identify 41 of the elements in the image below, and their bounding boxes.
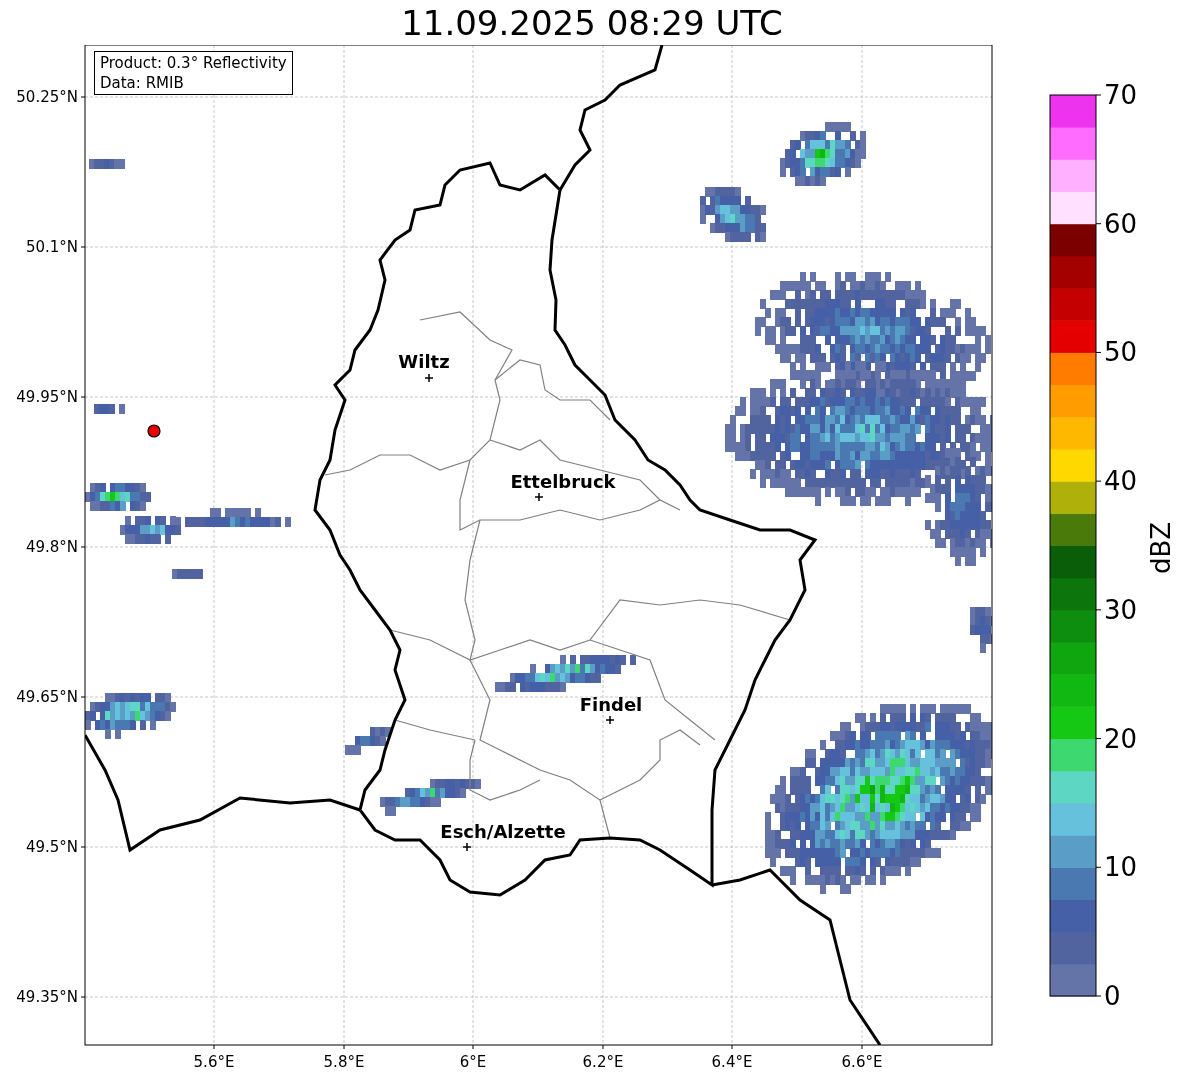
colorbar-label: dBZ (1146, 521, 1176, 575)
radar-echo-drawing (89, 159, 125, 169)
longitude-label: 5.6°E (193, 1053, 235, 1071)
latitude-label: 49.8°N (25, 538, 78, 556)
latitude-label: 49.65°N (16, 688, 78, 706)
colorbar-tick-label: 10 (1104, 852, 1138, 883)
radar-echo-drawing (94, 404, 125, 414)
place-marker-icon (534, 492, 544, 502)
longitude-label: 5.8°E (323, 1053, 365, 1071)
colorbar-tick-label: 20 (1104, 723, 1138, 754)
longitude-label: 6.4°E (711, 1053, 753, 1071)
place-label: Esch/Alzette (440, 821, 566, 842)
latitude-label: 49.95°N (16, 388, 78, 406)
colorbar-tick-label: 50 (1104, 337, 1138, 368)
latitude-label: 50.1°N (25, 238, 78, 256)
place-marker-icon (462, 842, 472, 852)
colorbar-tick-label: 30 (1104, 594, 1138, 625)
radar-site-marker (147, 424, 161, 438)
place-marker-icon (605, 715, 615, 725)
longitude-label: 6°E (459, 1053, 487, 1071)
place-label: Findel (579, 694, 643, 715)
colorbar-tick-label: 40 (1104, 466, 1138, 497)
place-marker-icon (424, 373, 434, 383)
latitude-label: 50.25°N (16, 88, 78, 106)
radar-echo-drawing (970, 607, 992, 653)
radar-echo-drawing (85, 483, 151, 511)
longitude-label: 6.2°E (582, 1053, 624, 1071)
info-text: Data: RMIB (100, 73, 185, 93)
longitude-label: 6.6°E (841, 1053, 883, 1071)
colorbar-tick-label: 60 (1104, 208, 1138, 239)
place-label: Ettelbruck (510, 471, 616, 492)
place-label: Wiltz (398, 351, 450, 372)
latitude-label: 49.5°N (25, 838, 78, 856)
latitude-label: 49.35°N (16, 988, 78, 1006)
colorbar-tick-label: 70 (1104, 80, 1138, 110)
radar-echo-drawing (345, 727, 391, 755)
colorbar-tick-label: 0 (1104, 981, 1121, 1011)
chart-title: 11.09.2025 08:29 UTC (401, 5, 783, 40)
radar-echo-drawing (700, 187, 766, 242)
info-text: Product: 0.3° Reflectivity (100, 53, 287, 73)
radar-echo-drawing (172, 569, 203, 579)
